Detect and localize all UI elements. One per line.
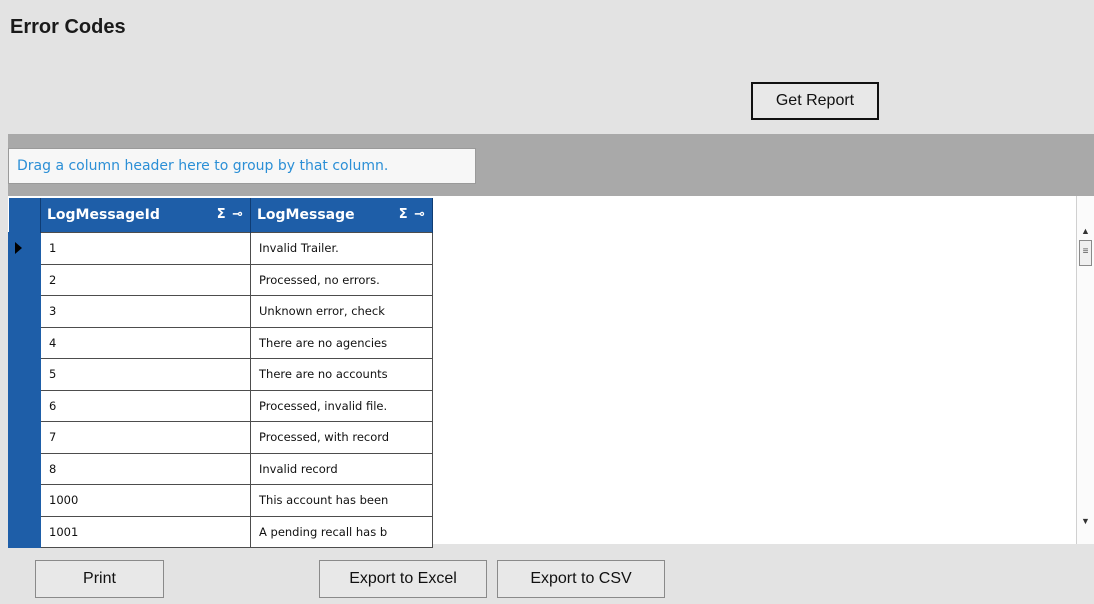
group-by-panel[interactable]: Drag a column header here to group by th… <box>8 148 476 184</box>
export-to-csv-button[interactable]: Export to CSV <box>497 560 665 598</box>
table-row[interactable]: 1001 A pending recall has b <box>8 515 433 548</box>
cell-logmessageid[interactable]: 7 <box>40 421 251 454</box>
cell-logmessageid[interactable]: 6 <box>40 389 251 422</box>
cell-logmessage[interactable]: Invalid record <box>250 452 433 485</box>
cell-logmessageid[interactable]: 3 <box>40 295 251 328</box>
column-header-logmessageid[interactable]: LogMessageId Σ ⊸ <box>40 198 251 233</box>
cell-logmessage[interactable]: Processed, no errors. <box>250 263 433 296</box>
cell-logmessage[interactable]: Unknown error, check <box>250 295 433 328</box>
vertical-scrollbar[interactable]: ▲ ≡ ▼ <box>1076 196 1094 544</box>
scroll-thumb[interactable]: ≡ <box>1079 240 1092 266</box>
table-row[interactable]: 6 Processed, invalid file. <box>8 389 433 422</box>
page-title: Error Codes <box>10 16 126 38</box>
cell-logmessage[interactable]: There are no agencies <box>250 326 433 359</box>
cell-logmessageid[interactable]: 1000 <box>40 484 251 517</box>
cell-logmessage[interactable]: This account has been <box>250 484 433 517</box>
table-row[interactable]: 1000 This account has been <box>8 484 433 517</box>
row-selector[interactable] <box>8 358 41 391</box>
row-selector[interactable] <box>8 389 41 422</box>
error-codes-table: LogMessageId Σ ⊸ LogMessage Σ ⊸ 1 Invali… <box>8 198 433 548</box>
print-button[interactable]: Print <box>35 560 164 598</box>
scroll-down-arrow-icon[interactable]: ▼ <box>1081 516 1090 526</box>
cell-logmessageid[interactable]: 1001 <box>40 515 251 548</box>
scroll-up-arrow-icon[interactable]: ▲ <box>1081 226 1090 236</box>
cell-logmessage[interactable]: There are no accounts <box>250 358 433 391</box>
sum-pin-icon[interactable]: Σ ⊸ <box>217 207 244 222</box>
row-selector[interactable] <box>8 232 41 265</box>
sum-pin-icon[interactable]: Σ ⊸ <box>399 207 426 222</box>
table-row[interactable]: 1 Invalid Trailer. <box>8 232 433 265</box>
cell-logmessage[interactable]: Processed, invalid file. <box>250 389 433 422</box>
cell-logmessage[interactable]: Processed, with record <box>250 421 433 454</box>
cell-logmessageid[interactable]: 1 <box>40 232 251 265</box>
table-row[interactable]: 3 Unknown error, check <box>8 295 433 328</box>
cell-logmessageid[interactable]: 5 <box>40 358 251 391</box>
table-row[interactable]: 8 Invalid record <box>8 452 433 485</box>
row-selector[interactable] <box>8 452 41 485</box>
row-selector[interactable] <box>8 515 41 548</box>
column-header-label: LogMessage <box>257 207 355 223</box>
table-row[interactable]: 2 Processed, no errors. <box>8 263 433 296</box>
row-selector-header <box>8 198 41 233</box>
export-to-excel-button[interactable]: Export to Excel <box>319 560 487 598</box>
row-selector[interactable] <box>8 263 41 296</box>
cell-logmessageid[interactable]: 2 <box>40 263 251 296</box>
column-header-logmessage[interactable]: LogMessage Σ ⊸ <box>250 198 433 233</box>
cell-logmessageid[interactable]: 4 <box>40 326 251 359</box>
table-row[interactable]: 7 Processed, with record <box>8 421 433 454</box>
row-pointer-icon <box>15 242 22 255</box>
column-header-label: LogMessageId <box>47 207 160 223</box>
row-selector[interactable] <box>8 484 41 517</box>
row-selector[interactable] <box>8 295 41 328</box>
cell-logmessage[interactable]: Invalid Trailer. <box>250 232 433 265</box>
table-row[interactable]: 4 There are no agencies <box>8 326 433 359</box>
cell-logmessageid[interactable]: 8 <box>40 452 251 485</box>
table-header-row: LogMessageId Σ ⊸ LogMessage Σ ⊸ <box>8 198 433 233</box>
row-selector[interactable] <box>8 421 41 454</box>
cell-logmessage[interactable]: A pending recall has b <box>250 515 433 548</box>
table-row[interactable]: 5 There are no accounts <box>8 358 433 391</box>
row-selector[interactable] <box>8 326 41 359</box>
get-report-button[interactable]: Get Report <box>751 82 879 120</box>
